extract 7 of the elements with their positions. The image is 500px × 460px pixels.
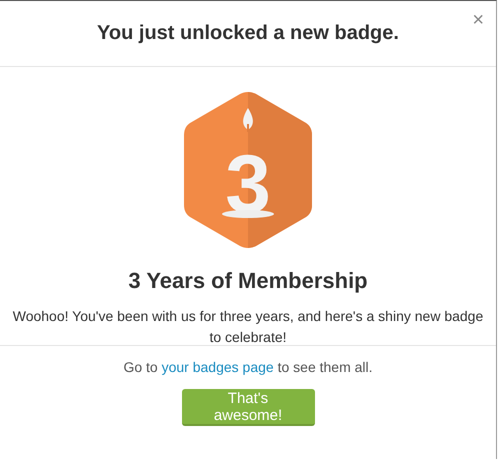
dialog-title: You just unlocked a new badge.	[97, 22, 399, 45]
confirm-button[interactable]: That's awesome!	[182, 389, 314, 426]
close-button[interactable]: ×	[468, 7, 488, 34]
footer-text: Go to your badges page to see them all.	[123, 359, 373, 375]
badge-description: Woohoo! You've been with us for three years, and here's a shiny new badge to celebrate!	[12, 307, 484, 347]
badge-title: 3 Years of Membership	[128, 268, 368, 294]
badges-page-link[interactable]: your badges page	[162, 359, 274, 375]
